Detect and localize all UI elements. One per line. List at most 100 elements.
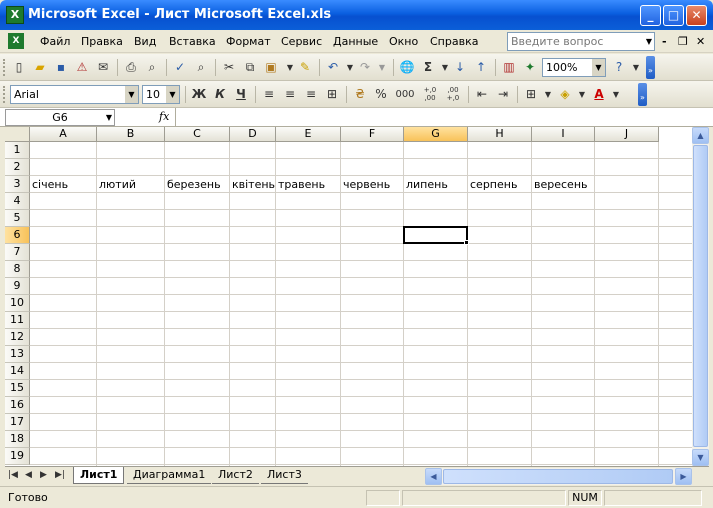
last-sheet-icon[interactable]: ▶| [55,470,65,480]
row-header-14[interactable]: 14 [5,363,30,380]
row-header-18[interactable]: 18 [5,431,30,448]
decrease-decimal-button[interactable]: ,00 +,0 [443,86,463,103]
chart-wizard-icon[interactable]: ▥ [500,59,518,76]
row-header-6[interactable]: 6 [5,227,30,244]
scroll-down-icon[interactable]: ▼ [692,449,709,466]
cell-c3[interactable]: березень [165,176,221,193]
excel-app-icon[interactable]: X [6,6,24,24]
hyperlink-icon[interactable]: 🌐 [398,59,416,76]
email-icon[interactable]: ✉ [94,59,112,76]
open-icon[interactable]: ▰ [31,59,49,76]
row-header-10[interactable]: 10 [5,295,30,312]
row-header-4[interactable]: 4 [5,193,30,210]
column-header-e[interactable]: E [276,127,341,142]
worksheet-grid[interactable]: A B C D E F G H I J 1 2 3 4 5 6 7 8 9 10 11 12 13 14 15 16 17 18 19 с… [5,127,692,466]
format-painter-icon[interactable]: ✎ [296,59,314,76]
row-header-8[interactable]: 8 [5,261,30,278]
toolbar-options-icon[interactable]: » [646,56,655,79]
borders-icon[interactable]: ⊞ [522,86,540,103]
cell-h3[interactable]: серпень [468,176,517,193]
menu-tools[interactable]: Сервис [281,35,322,48]
first-sheet-icon[interactable]: |◀ [8,470,18,480]
formula-input[interactable] [175,108,713,127]
permission-icon[interactable]: ⚠ [73,59,91,76]
toolbar-grip[interactable] [3,86,6,103]
font-color-icon[interactable]: A [590,86,608,103]
sort-ascending-icon[interactable]: ↓ [451,59,469,76]
autosum-icon[interactable]: Σ [419,59,437,76]
workbook-icon[interactable]: X [8,33,24,49]
select-all-button[interactable] [5,127,30,142]
column-header-g[interactable]: G [404,127,468,142]
cell-f3[interactable]: червень [341,176,390,193]
help-icon[interactable]: ? [610,59,628,76]
font-size-select[interactable]: 10 ▼ [142,85,180,104]
cell-g3[interactable]: липень [404,176,448,193]
row-header-11[interactable]: 11 [5,312,30,329]
row-header-2[interactable]: 2 [5,159,30,176]
save-icon[interactable]: ▪ [52,59,70,76]
maximize-button[interactable]: □ [663,5,684,26]
vertical-scrollbar[interactable]: ▲ ▼ [692,127,709,466]
scroll-up-icon[interactable]: ▲ [692,127,709,144]
font-select[interactable]: Arial ▼ [10,85,139,104]
close-button[interactable]: ✕ [686,5,707,26]
column-header-b[interactable]: B [97,127,165,142]
zoom-select[interactable]: 100% ▼ [542,58,606,77]
copy-icon[interactable]: ⧉ [241,59,259,76]
help-dropdown-icon[interactable]: ▼ [643,32,655,51]
help-search-input[interactable]: Введите вопрос [507,32,655,51]
merge-center-icon[interactable]: ⊞ [323,86,341,103]
undo-icon[interactable]: ↶ [324,59,342,76]
cell-a3[interactable]: січень [30,176,68,193]
toolbar-options-icon-2[interactable]: » [638,83,647,106]
row-header-5[interactable]: 5 [5,210,30,227]
row-header-16[interactable]: 16 [5,397,30,414]
name-box-dropdown-icon[interactable]: ▼ [106,110,112,125]
font-size-dropdown-icon[interactable]: ▼ [166,86,179,103]
font-dropdown-icon[interactable]: ▼ [125,86,138,103]
horizontal-scroll-thumb[interactable] [443,469,673,484]
row-header-15[interactable]: 15 [5,380,30,397]
next-sheet-icon[interactable]: ▶ [40,470,47,480]
active-cell-selection[interactable] [403,226,468,244]
help-dropdown-small-icon[interactable]: ▼ [627,59,645,76]
menu-view[interactable]: Вид [134,35,156,48]
zoom-dropdown-icon[interactable]: ▼ [592,59,605,76]
cut-icon[interactable]: ✂ [220,59,238,76]
cell-i3[interactable]: вересень [532,176,588,193]
increase-indent-icon[interactable]: ⇥ [494,86,512,103]
redo-icon[interactable]: ↷ [356,59,374,76]
menu-data[interactable]: Данные [333,35,378,48]
doc-minimize-icon[interactable]: - [662,35,667,48]
paste-icon[interactable]: ▣ [262,59,280,76]
menu-insert[interactable]: Вставка [169,35,216,48]
fill-color-dropdown-icon[interactable]: ▼ [573,86,591,103]
underline-button[interactable]: Ч [232,86,250,103]
doc-restore-icon[interactable]: ❐ [678,35,688,48]
cell-b3[interactable]: лютий [97,176,136,193]
row-header-17[interactable]: 17 [5,414,30,431]
row-header-13[interactable]: 13 [5,346,30,363]
menu-window[interactable]: Окно [389,35,418,48]
name-box[interactable]: G6 ▼ [5,109,115,126]
row-header-3[interactable]: 3 [5,176,30,193]
sort-descending-icon[interactable]: ↑ [472,59,490,76]
align-center-icon[interactable]: ≡ [281,86,299,103]
borders-dropdown-icon[interactable]: ▼ [539,86,557,103]
print-preview-icon[interactable]: ⌕ [143,59,161,76]
sheet-tab-2[interactable]: Лист2 [212,467,259,484]
row-header-12[interactable]: 12 [5,329,30,346]
vertical-scroll-thumb[interactable] [693,145,708,447]
row-header-9[interactable]: 9 [5,278,30,295]
align-right-icon[interactable]: ≡ [302,86,320,103]
column-header-a[interactable]: A [30,127,97,142]
toolbar-grip[interactable] [3,59,6,76]
decrease-indent-icon[interactable]: ⇤ [473,86,491,103]
redo-dropdown-icon[interactable]: ▼ [373,59,391,76]
column-header-i[interactable]: I [532,127,595,142]
bold-button[interactable]: Ж [190,86,208,103]
cell-d3[interactable]: квітень [230,176,275,193]
drawing-icon[interactable]: ✦ [521,59,539,76]
spelling-icon[interactable]: ✓ [171,59,189,76]
